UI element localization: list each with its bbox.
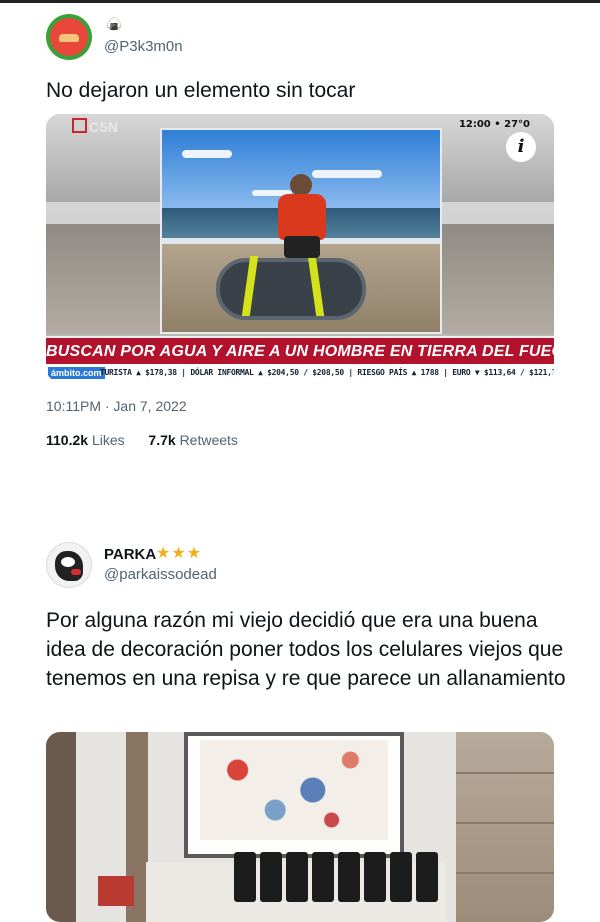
user-handle[interactable]: @parkaissodead (104, 566, 217, 583)
avatar[interactable] (46, 14, 92, 60)
ticker-brand: ámbito.com (48, 367, 105, 379)
news-ticker: ámbito.com TURISTA ▲ $178,38 | DÓLAR INF… (46, 364, 554, 382)
ticker-text: TURISTA ▲ $178,38 | DÓLAR INFORMAL ▲ $20… (100, 368, 554, 377)
tweet-media-image[interactable]: C5N 12:00 • 27°0 i BUSCAN POR AGUA Y AIR… (46, 114, 554, 382)
display-name[interactable]: PARKA (104, 546, 156, 563)
inset-photo (160, 128, 442, 334)
display-name-emoji: 🍙 (106, 16, 123, 31)
likes-label[interactable]: Likes (92, 432, 125, 448)
likes-count[interactable]: 110.2k (46, 432, 88, 448)
tweet-text: Por alguna razón mi viejo decidió que er… (46, 609, 566, 690)
tweet-stats: 110.2k Likes 7.7k Retweets (46, 432, 238, 448)
tweet-timestamp[interactable]: 10:11PM · Jan 7, 2022 (46, 398, 187, 414)
tweet-text: No dejaron un elemento sin tocar (46, 79, 356, 102)
tweet-media-image[interactable] (46, 732, 554, 922)
broadcast-clock: 12:00 • 27°0 (458, 119, 530, 130)
star-icons: ★★★ (156, 545, 203, 562)
info-icon[interactable]: i (506, 132, 536, 162)
avatar[interactable] (46, 542, 92, 588)
retweets-count[interactable]: 7.7k (148, 432, 175, 448)
user-handle[interactable]: @P3k3m0n (104, 38, 183, 55)
top-edge (0, 0, 600, 3)
news-banner: BUSCAN POR AGUA Y AIRE A UN HOMBRE EN TI… (46, 336, 554, 366)
channel-logo: C5N (72, 118, 119, 135)
retweets-label[interactable]: Retweets (180, 432, 238, 448)
